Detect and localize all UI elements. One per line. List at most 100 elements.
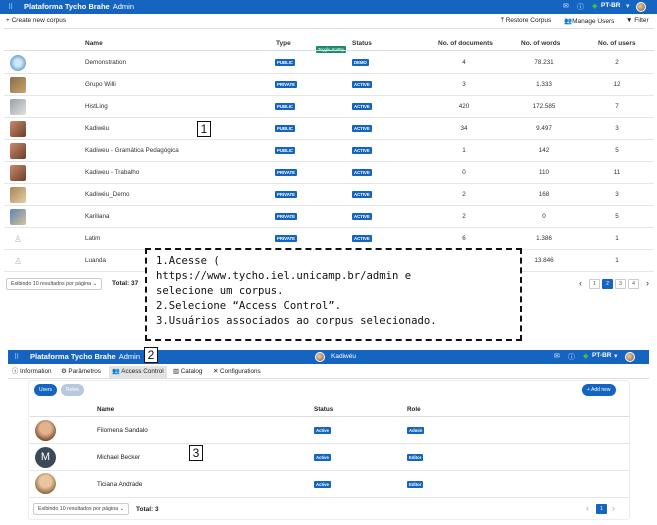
users-count: 1 — [615, 235, 619, 242]
users-pill[interactable]: Users — [34, 384, 58, 396]
add-new-button[interactable]: + Add new — [582, 384, 616, 396]
corpus-thumbnail — [10, 209, 26, 225]
corpus-name[interactable]: Kariliana — [85, 213, 110, 220]
corpus-name[interactable]: Grupo Willi — [85, 81, 116, 88]
header-name[interactable]: Name — [97, 406, 114, 413]
restore-corpus-button[interactable]: ⤒ Restore Corpus — [501, 17, 551, 25]
tab-label: Parâmetros — [68, 368, 101, 375]
toolbar-divider — [4, 28, 654, 29]
words-count: 142 — [538, 147, 550, 154]
documents-count: 3 — [462, 81, 466, 88]
tab-label: Configurations — [220, 368, 261, 375]
tab-parametros[interactable]: ⚙ Parâmetros — [58, 366, 104, 378]
parameters-icon: ⚙ — [61, 368, 67, 375]
instruction-line: selecione um corpus. — [156, 285, 284, 297]
header-role[interactable]: Role — [407, 406, 421, 413]
corpus-name[interactable]: Latim — [85, 235, 100, 242]
header-words[interactable]: No. of words — [521, 40, 560, 47]
grid-icon[interactable]: ⠿ — [14, 353, 19, 361]
users-count: 1 — [615, 257, 619, 264]
grid-icon[interactable]: ⠿ — [8, 3, 13, 11]
mail-icon[interactable]: ✉ — [563, 2, 569, 10]
header-documents[interactable]: No. of documents — [438, 40, 493, 47]
tab-information[interactable]: ⓘ Information — [9, 366, 55, 378]
page-size-label: Exibindo 10 resultados por página — [11, 281, 92, 287]
roles-pill[interactable]: Roles — [61, 384, 84, 396]
create-corpus-button[interactable]: + Create new corpus — [6, 17, 66, 24]
language-selector[interactable]: PT-BR — [592, 352, 612, 359]
corpus-name[interactable]: Kadiweu - Gramática Pedagógica — [85, 147, 179, 154]
user-name[interactable]: Filomena Sandalo — [97, 427, 148, 434]
tools-icon: ✕ — [213, 368, 219, 375]
corpus-thumbnail — [10, 55, 26, 71]
tab-configurations[interactable]: ✕ Configurations — [210, 366, 264, 378]
total-count: Total: 37 — [112, 280, 139, 287]
status-badge: ACTIVE — [352, 169, 372, 176]
documents-count: 1 — [462, 147, 466, 154]
table-row[interactable]: Kadiwéu_Demo PRIVATE ACTIVE 2 168 3 — [4, 184, 654, 206]
app-title-text: Plataforma Tycho Brahe — [24, 2, 110, 11]
flag-icon: ◆ — [592, 3, 598, 10]
documents-count: 34 — [460, 125, 468, 132]
header-status[interactable]: Status — [352, 40, 372, 47]
manage-users-button[interactable]: 👥Manage Users — [564, 17, 614, 25]
person-placeholder-icon: ♙ — [10, 253, 26, 269]
chevron-left-icon[interactable]: ‹ — [579, 278, 582, 288]
page-button[interactable]: 3 — [615, 279, 626, 289]
header-status[interactable]: Status — [314, 406, 333, 413]
corpus-name[interactable]: Kadiweu - Trabalho — [85, 169, 139, 176]
mail-icon[interactable]: ✉ — [554, 352, 560, 360]
table-row[interactable]: HistLing PUBLIC ACTIVE 420 172.585 7 — [4, 96, 654, 118]
chevron-down-icon[interactable]: ▾ — [626, 2, 630, 10]
users-count: 11 — [613, 169, 621, 176]
table-row[interactable]: Demonstration PUBLIC DEMO 4 78.231 2 — [4, 52, 654, 74]
table-row[interactable]: Kadiweu - Gramática Pedagógica PUBLIC AC… — [4, 140, 654, 162]
header-type[interactable]: Type — [276, 40, 291, 47]
avatar[interactable] — [625, 352, 635, 362]
tab-catalog[interactable]: ▥ Catalog — [170, 366, 205, 378]
corpus-thumbnail — [10, 143, 26, 159]
tab-label: Catalog — [180, 368, 203, 375]
table-row[interactable]: Kadiwéu PUBLIC ACTIVE 34 9.497 3 — [4, 118, 654, 140]
documents-count: 2 — [462, 213, 466, 220]
type-badge: PRIVATE — [275, 235, 297, 242]
chevron-right-icon[interactable]: › — [646, 278, 649, 288]
type-badge: PUBLIC — [275, 125, 295, 132]
chevron-down-icon[interactable]: ▾ — [614, 352, 618, 360]
table-row[interactable]: Grupo Willi PRIVATE ACTIVE 3 1.333 12 — [4, 74, 654, 96]
corpus-name[interactable]: Demonstration — [85, 59, 126, 66]
header-users[interactable]: No. of users — [598, 40, 636, 47]
page-size-select[interactable]: Exibindo 10 resultados por página ⌄ — [33, 503, 130, 515]
header-name[interactable]: Name — [85, 40, 103, 47]
avatar[interactable] — [636, 2, 646, 12]
users-count: 7 — [615, 103, 619, 110]
user-name[interactable]: Michael Becker — [97, 454, 140, 461]
corpus-name[interactable]: HistLing — [85, 103, 108, 110]
chevron-right-icon[interactable]: › — [612, 503, 615, 513]
filter-button[interactable]: ▼ Filter — [626, 17, 649, 24]
table-row[interactable]: Kariliana PRIVATE ACTIVE 2 0 5 — [4, 206, 654, 228]
role-badge: Editor — [407, 481, 424, 488]
tab-label: Information — [20, 368, 52, 375]
tab-access-control[interactable]: 👥 Access Control — [109, 366, 167, 378]
language-selector[interactable]: PT-BR — [601, 2, 621, 9]
info-icon[interactable]: ⓘ — [577, 2, 584, 12]
type-badge: PRIVATE — [275, 213, 297, 220]
page-button[interactable]: 1 — [589, 279, 600, 289]
instruction-line: 2.Selecione “Access Control”. — [156, 300, 341, 312]
app-title: Plataforma Tycho Brahe Admin — [24, 2, 134, 11]
users-count: 3 — [615, 191, 619, 198]
chevron-left-icon[interactable]: ‹ — [586, 503, 589, 513]
corpus-name[interactable]: Kadiwéu — [85, 125, 109, 132]
table-row[interactable]: Kadiweu - Trabalho PRIVATE ACTIVE 0 110 … — [4, 162, 654, 184]
page-button-current[interactable]: 2 — [602, 279, 613, 289]
corpus-name[interactable]: Luanda — [85, 257, 106, 264]
corpus-thumbnail — [10, 121, 26, 137]
page-size-select[interactable]: Exibindo 10 resultados por página ⌄ — [6, 278, 103, 290]
table-row[interactable]: ♙ Latim PRIVATE ACTIVE 6 1.386 1 — [4, 228, 654, 250]
user-name[interactable]: Ticiana Andrade — [97, 481, 142, 488]
page-button-current[interactable]: 1 — [596, 504, 607, 514]
info-icon[interactable]: ⓘ — [568, 352, 575, 362]
page-button[interactable]: 4 — [628, 279, 639, 289]
corpus-name[interactable]: Kadiwéu_Demo — [85, 191, 129, 198]
